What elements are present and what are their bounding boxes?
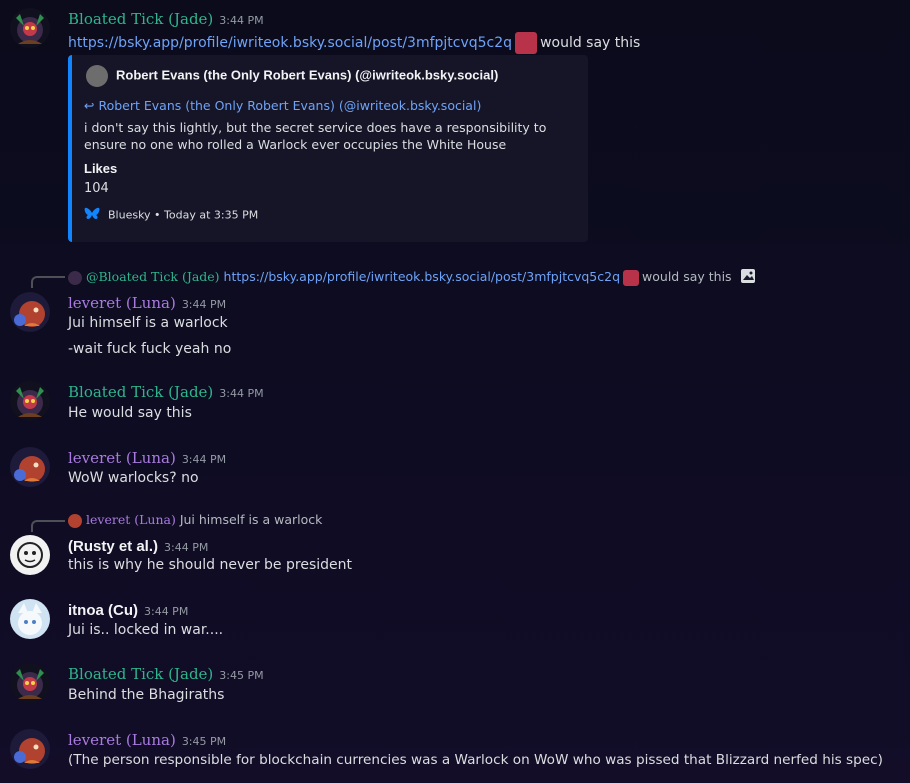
avatar-luna[interactable] [10,729,50,769]
reply-text: Jui himself is a warlock [179,512,323,527]
embed-field-value: 104 [84,181,109,196]
timestamp: 3:44 PM [181,453,227,466]
reply-context[interactable]: @Bloated Tick (Jade) https://bsky.app/pr… [68,268,756,287]
avatar-luna[interactable] [10,292,50,332]
bsky-link[interactable]: https://bsky.app/profile/iwriteok.bsky.s… [68,35,512,51]
username[interactable]: Bloated Tick (Jade) [68,383,213,401]
username[interactable]: (Rusty et al.) [68,538,158,555]
embed-author-avatar [86,65,108,87]
message-text: WoW warlocks? no [68,470,199,486]
embed-body: i don't say this lightly, but the secret… [84,120,547,152]
reply-avatar [68,513,82,528]
timestamp: 3:45 PM [219,669,264,682]
embed-footer: Bluesky • Today at 3:35 PM [108,208,259,222]
message-text: Jui himself is a warlock [68,315,228,331]
username[interactable]: Bloated Tick (Jade) [68,10,213,28]
reply-author[interactable]: leveret (Luna) [86,512,176,527]
username[interactable]: leveret (Luna) [68,294,176,312]
reply-author[interactable]: @Bloated Tick (Jade) [86,269,220,284]
avatar-rusty[interactable] [10,535,50,575]
avatar-jade[interactable] [10,8,50,48]
reply-avatar [68,270,82,285]
message-text: Jui is.. locked in war.... [68,622,224,638]
reply-link[interactable]: https://bsky.app/profile/iwriteok.bsky.s… [224,269,620,284]
embed-reply-to[interactable]: ↩ Robert Evans (the Only Robert Evans) (… [84,98,481,113]
timestamp: 3:44 PM [164,541,209,554]
embed-field-label: Likes [84,161,118,176]
timestamp: 3:45 PM [181,735,227,748]
timestamp: 3:44 PM [219,387,264,400]
message-text: this is why he should never be president [68,557,352,573]
reply-spine [31,520,65,532]
embed-author[interactable]: Robert Evans (the Only Robert Evans) (@i… [116,67,498,82]
username[interactable]: Bloated Tick (Jade) [68,665,213,683]
message-text: He would say this [68,405,192,421]
bluesky-embed: Robert Evans (the Only Robert Evans) (@i… [68,55,588,242]
reply-text: would say this [642,269,732,284]
message-text: (The person responsible for blockchain c… [68,752,883,768]
username[interactable]: leveret (Luna) [68,449,176,467]
avatar-luna[interactable] [10,447,50,487]
reply-context[interactable]: leveret (Luna) Jui himself is a warlock [68,512,322,528]
message-text: -wait fuck fuck yeah no [68,341,232,357]
avatar-jade[interactable] [10,381,50,421]
username[interactable]: leveret (Luna) [68,731,176,749]
timestamp: 3:44 PM [181,298,227,311]
timestamp: 3:44 PM [143,605,189,618]
reply-spine [31,276,65,288]
emote-icon [623,269,640,286]
timestamp: 3:44 PM [219,14,264,27]
emote-icon [515,32,538,54]
message-text: would say this [540,35,641,51]
message-content: https://bsky.app/profile/iwriteok.bsky.s… [68,32,640,54]
avatar-itnoa[interactable] [10,599,50,639]
message-text: Behind the Bhagiraths [68,687,225,703]
image-icon [740,268,756,287]
bluesky-icon [84,207,100,224]
avatar-jade[interactable] [10,663,50,703]
username[interactable]: itnoa (Cu) [68,602,138,619]
